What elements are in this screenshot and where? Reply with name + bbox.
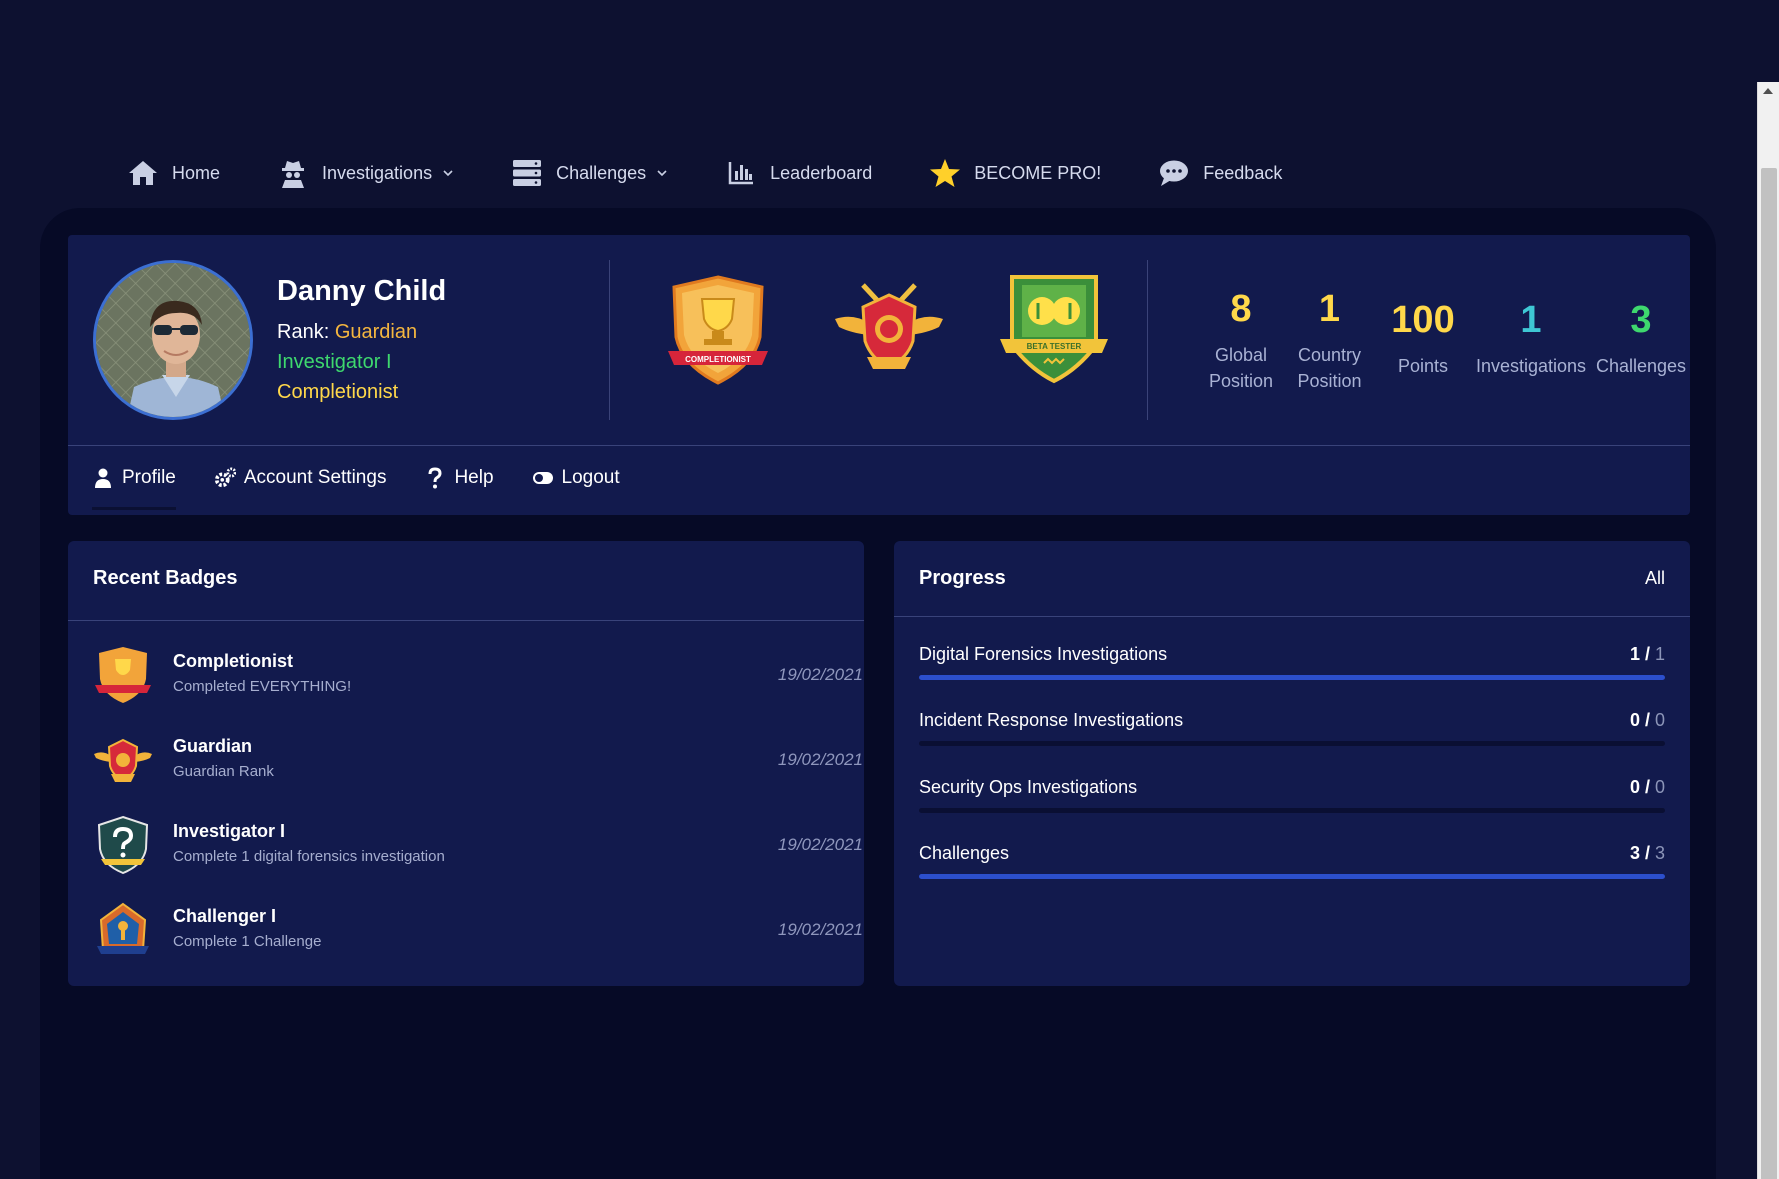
badge-name: Guardian bbox=[173, 736, 253, 756]
question-icon bbox=[424, 467, 446, 489]
progress-value: 0 / 0 bbox=[1629, 710, 1665, 730]
guardian-badge-icon bbox=[94, 738, 152, 782]
badge-name: Investigator I bbox=[173, 821, 286, 841]
badge-date: 19/02/2021 bbox=[777, 835, 863, 854]
beta-tester-ribbon-text: BETA TESTER bbox=[1027, 342, 1082, 351]
completionist-ribbon-text: COMPLETIONIST bbox=[685, 355, 751, 364]
toggle-icon bbox=[532, 467, 554, 489]
tab-logout[interactable]: Logout bbox=[532, 467, 620, 489]
badge-name: Challenger I bbox=[173, 906, 277, 926]
progress-label: Security Ops Investigations bbox=[919, 777, 1138, 797]
badge-description: Complete 1 Challenge bbox=[173, 933, 322, 950]
investigator-badge-icon bbox=[97, 815, 149, 875]
nav-feedback[interactable]: Feedback bbox=[1157, 158, 1282, 188]
scroll-up-arrow-icon[interactable] bbox=[1763, 88, 1773, 94]
progress-track bbox=[919, 675, 1665, 680]
chevron-down-icon bbox=[657, 170, 667, 177]
nav-home-label: Home bbox=[172, 162, 221, 183]
nav-investigations-label: Investigations bbox=[322, 162, 433, 183]
completionist-badge-icon[interactable]: COMPLETIONIST bbox=[662, 273, 774, 385]
server-icon bbox=[510, 158, 544, 188]
progress-track bbox=[919, 741, 1665, 746]
divider bbox=[894, 616, 1690, 617]
progress-label: Digital Forensics Investigations bbox=[919, 644, 1168, 664]
tab-account-settings-label: Account Settings bbox=[243, 467, 387, 488]
tab-profile[interactable]: Profile bbox=[92, 467, 176, 510]
stat-challenges: 3 Challenges bbox=[1571, 301, 1711, 379]
progress-value: 1 / 1 bbox=[1629, 644, 1665, 664]
nav-challenges[interactable]: Challenges bbox=[510, 158, 668, 188]
rank-label: Rank: bbox=[277, 321, 330, 343]
progress-filter-all[interactable]: All bbox=[1645, 568, 1665, 589]
guardian-badge-icon[interactable] bbox=[833, 273, 945, 385]
list-item[interactable]: Challenger I Complete 1 Challenge 19/02/… bbox=[93, 900, 863, 985]
chat-icon bbox=[1157, 158, 1191, 188]
progress-fill bbox=[919, 874, 1665, 879]
nav-investigations[interactable]: Investigations bbox=[276, 158, 454, 188]
rank-value: Guardian bbox=[334, 321, 418, 343]
badge-description: Completed EVERYTHING! bbox=[173, 678, 352, 695]
badge-date: 19/02/2021 bbox=[777, 750, 863, 769]
profile-title-completionist: Completionist bbox=[277, 381, 399, 403]
list-item[interactable]: Guardian Guardian Rank 19/02/2021 bbox=[93, 730, 863, 815]
badge-name: Completionist bbox=[173, 651, 293, 671]
profile-title-investigator: Investigator I bbox=[277, 351, 392, 373]
progress-panel: Progress All Digital Forensics Investiga… bbox=[894, 541, 1690, 986]
recent-badges-title: Recent Badges bbox=[93, 567, 238, 589]
nav-become-pro[interactable]: BECOME PRO! bbox=[928, 158, 1101, 188]
star-icon bbox=[928, 158, 962, 188]
user-icon bbox=[92, 467, 114, 489]
badge-date: 19/02/2021 bbox=[777, 665, 863, 684]
nav-become-pro-label: BECOME PRO! bbox=[974, 162, 1102, 183]
progress-title: Progress bbox=[919, 567, 1006, 589]
progress-track bbox=[919, 874, 1665, 879]
profile-rank: Rank: Guardian bbox=[277, 321, 417, 344]
completionist-badge-icon bbox=[95, 647, 151, 703]
page: Home Investigations Challenges Leaderboa… bbox=[0, 0, 1779, 1179]
tab-help-label: Help bbox=[454, 467, 494, 488]
divider bbox=[68, 620, 864, 621]
divider bbox=[1147, 260, 1148, 420]
progress-value: 0 / 0 bbox=[1629, 777, 1665, 797]
list-item[interactable]: Completionist Completed EVERYTHING! 19/0… bbox=[93, 645, 863, 730]
nav-leaderboard[interactable]: Leaderboard bbox=[724, 158, 872, 188]
progress-fill bbox=[919, 675, 1665, 680]
divider bbox=[609, 260, 610, 420]
badge-date: 19/02/2021 bbox=[777, 920, 863, 939]
divider bbox=[68, 445, 1690, 446]
list-item[interactable]: Investigator I Complete 1 digital forens… bbox=[93, 815, 863, 900]
avatar[interactable] bbox=[93, 260, 253, 420]
profile-card: Danny Child Rank: Guardian Investigator … bbox=[68, 235, 1690, 515]
tab-help[interactable]: Help bbox=[424, 467, 494, 489]
beta-tester-badge-icon[interactable]: BETA TESTER bbox=[998, 273, 1110, 385]
gears-icon bbox=[214, 467, 236, 489]
progress-track bbox=[919, 808, 1665, 813]
stat-value: 3 bbox=[1630, 299, 1652, 341]
recent-badges-panel: Recent Badges Completionist Completed EV… bbox=[68, 541, 864, 986]
nav-leaderboard-label: Leaderboard bbox=[770, 162, 873, 183]
tab-account-settings[interactable]: Account Settings bbox=[214, 467, 387, 489]
progress-value: 3 / 3 bbox=[1629, 843, 1665, 863]
nav-challenges-label: Challenges bbox=[556, 162, 647, 183]
chevron-down-icon bbox=[443, 170, 453, 177]
scroll-thumb[interactable] bbox=[1761, 168, 1777, 1179]
stat-label: Challenges bbox=[1595, 356, 1687, 376]
spy-icon bbox=[276, 158, 310, 188]
tab-logout-label: Logout bbox=[561, 467, 620, 488]
progress-label: Challenges bbox=[919, 843, 1010, 863]
top-nav: Home Investigations Challenges Leaderboa… bbox=[126, 148, 1338, 198]
tab-profile-label: Profile bbox=[122, 467, 176, 488]
nav-home[interactable]: Home bbox=[126, 158, 220, 188]
nav-feedback-label: Feedback bbox=[1203, 162, 1283, 183]
profile-subnav: Profile Account Settings Help Logout bbox=[92, 467, 658, 510]
progress-label: Incident Response Investigations bbox=[919, 710, 1184, 730]
badge-description: Complete 1 digital forensics investigati… bbox=[173, 848, 445, 865]
challenger-badge-icon bbox=[97, 902, 149, 954]
page-scrollbar[interactable] bbox=[1757, 82, 1779, 1179]
bar-chart-icon bbox=[724, 158, 758, 188]
home-icon bbox=[126, 158, 160, 188]
profile-name: Danny Child bbox=[277, 275, 447, 307]
badge-description: Guardian Rank bbox=[173, 763, 274, 780]
